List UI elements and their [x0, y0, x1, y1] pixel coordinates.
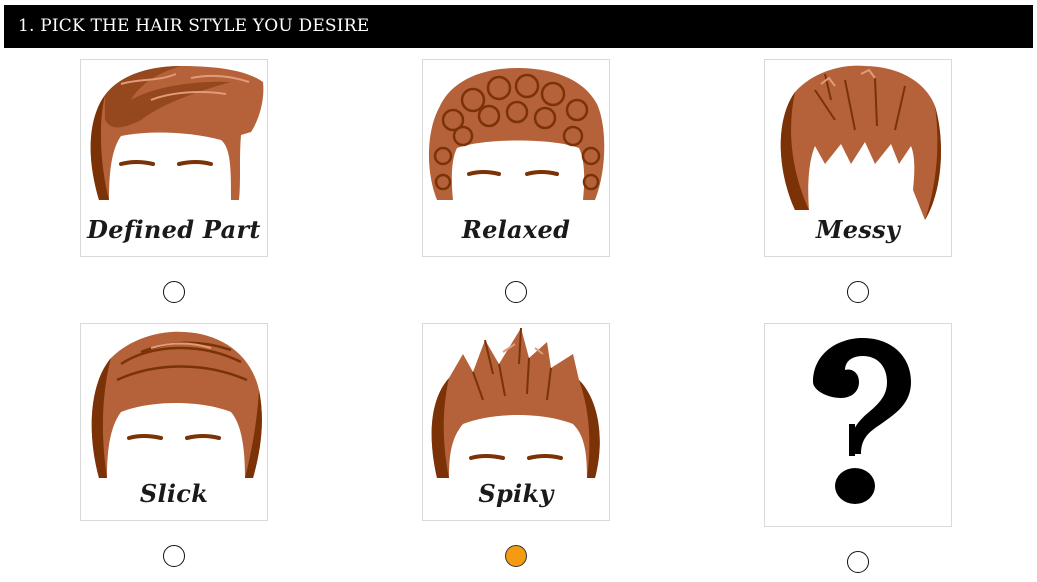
- radio-defined-part[interactable]: [163, 281, 185, 303]
- option-card-relaxed[interactable]: Relaxed: [422, 59, 610, 257]
- radio-spiky[interactable]: [505, 545, 527, 567]
- radio-relaxed[interactable]: [505, 281, 527, 303]
- radio-other[interactable]: [847, 551, 869, 573]
- question-mark-icon: [813, 338, 911, 504]
- radio-messy[interactable]: [847, 281, 869, 303]
- option-card-slick[interactable]: Slick: [80, 323, 268, 521]
- option-label: Messy: [815, 215, 901, 244]
- option-label: Relaxed: [461, 215, 571, 244]
- option-card-spiky[interactable]: Spiky: [422, 323, 610, 521]
- option-card-other[interactable]: [764, 323, 952, 527]
- option-card-defined-part[interactable]: Defined Part: [80, 59, 268, 257]
- option-card-messy[interactable]: Messy: [764, 59, 952, 257]
- radio-slick[interactable]: [163, 545, 185, 567]
- section-header: 1. PICK THE HAIR STYLE YOU DESIRE: [4, 5, 1033, 48]
- option-label: Slick: [139, 479, 209, 508]
- option-label: Spiky: [478, 479, 554, 508]
- option-label: Defined Part: [87, 215, 261, 244]
